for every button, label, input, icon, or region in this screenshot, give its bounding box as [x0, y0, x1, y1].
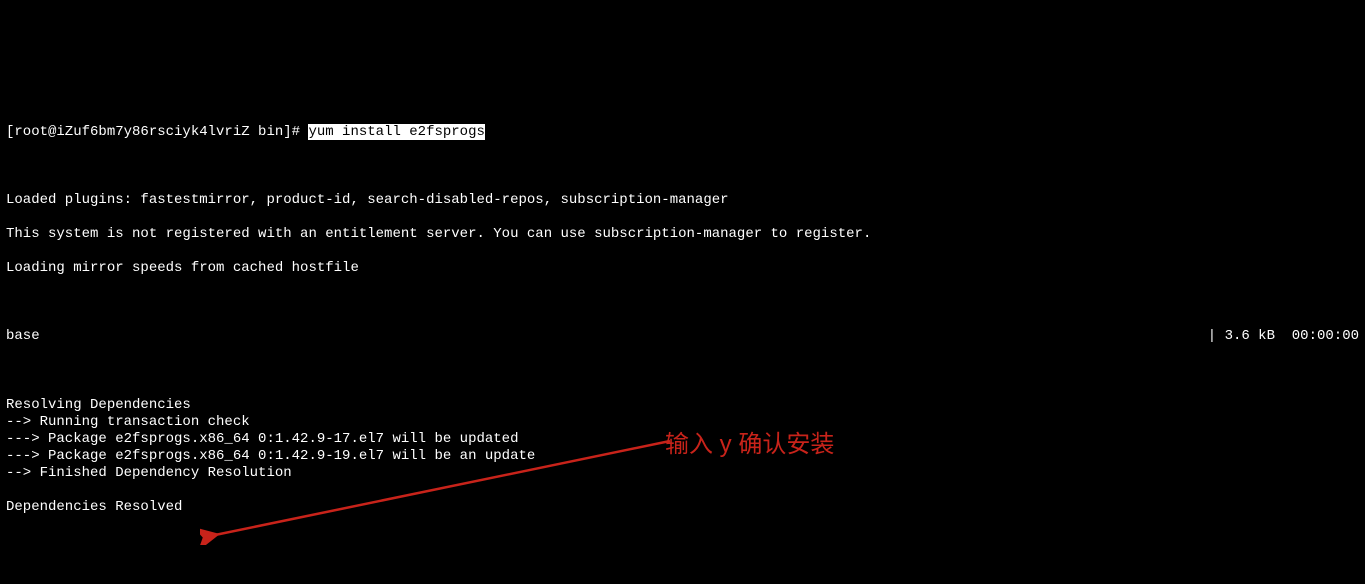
output-line: Loading mirror speeds from cached hostfi… — [6, 260, 1359, 277]
output-block-1: Loaded plugins: fastestmirror, product-i… — [6, 192, 1359, 277]
terminal[interactable]: [root@iZuf6bm7y86rsciyk4lvriZ bin]# yum … — [0, 85, 1365, 584]
repo-name: base — [6, 328, 40, 345]
output-line: Dependencies Resolved — [6, 499, 1359, 516]
output-line — [6, 209, 1359, 226]
output-line — [6, 243, 1359, 260]
output-line — [6, 516, 1359, 533]
shell-command: yum install e2fsprogs — [308, 124, 484, 140]
repo-progress-line: base | 3.6 kB 00:00:00 — [6, 328, 1359, 345]
prompt-line: [root@iZuf6bm7y86rsciyk4lvriZ bin]# yum … — [6, 124, 1359, 141]
repo-progress: | 3.6 kB 00:00:00 — [1208, 328, 1359, 345]
output-block-2: Resolving Dependencies--> Running transa… — [6, 397, 1359, 534]
output-line: --> Running transaction check — [6, 414, 1359, 431]
output-line: Resolving Dependencies — [6, 397, 1359, 414]
output-line: --> Finished Dependency Resolution — [6, 465, 1359, 482]
output-line: Loaded plugins: fastestmirror, product-i… — [6, 192, 1359, 209]
annotation-text: 输入 y 确认安装 — [665, 430, 834, 459]
shell-prompt: [root@iZuf6bm7y86rsciyk4lvriZ bin]# — [6, 124, 308, 140]
output-line: This system is not registered with an en… — [6, 226, 1359, 243]
output-line — [6, 482, 1359, 499]
